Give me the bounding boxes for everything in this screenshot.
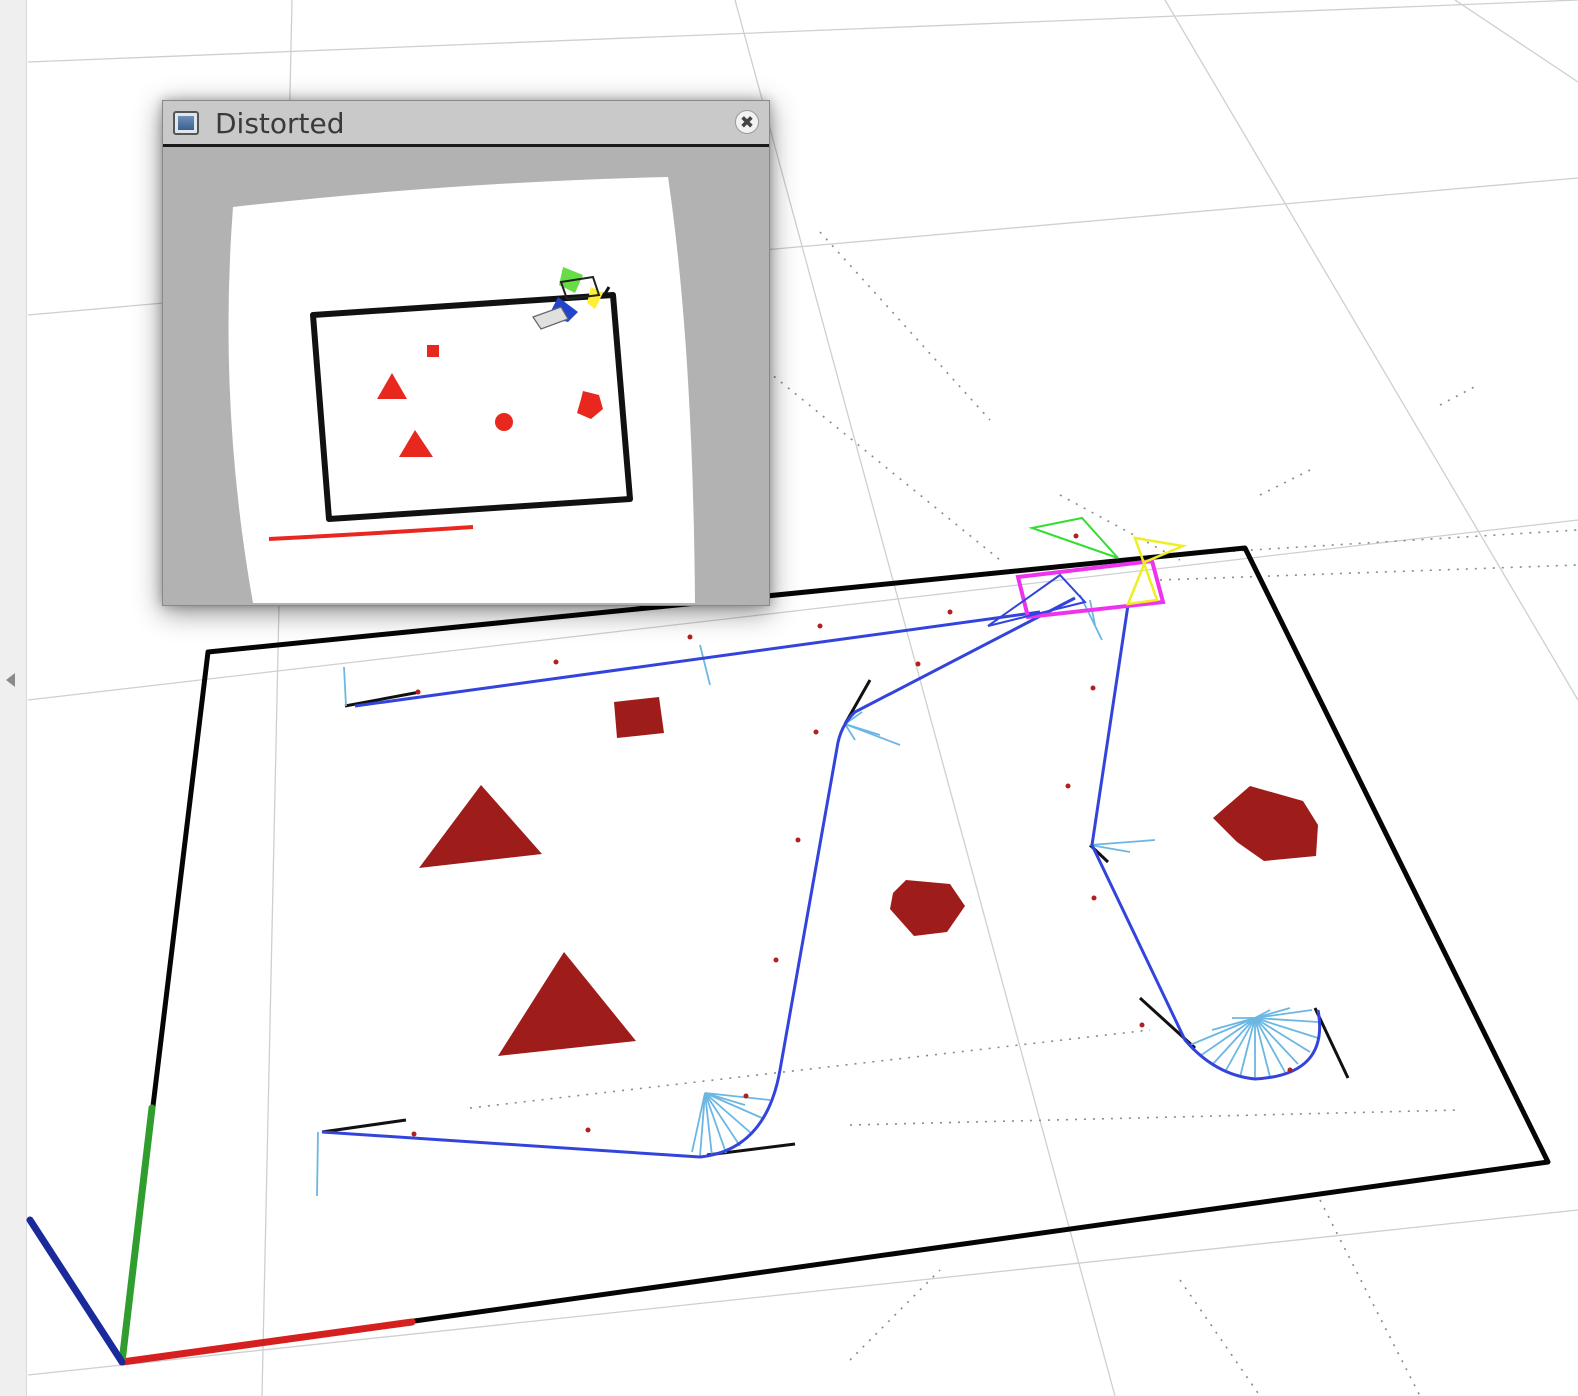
laser-scan-fans xyxy=(316,594,1319,1197)
robot-trajectory xyxy=(321,596,1322,1159)
image-window-icon xyxy=(173,111,199,135)
map-obstacles xyxy=(419,697,1318,1056)
distorted-camera-image xyxy=(163,147,769,603)
window-titlebar[interactable]: Distorted ✖ xyxy=(163,101,769,147)
window-title: Distorted xyxy=(215,107,345,140)
map-boundary xyxy=(119,545,1551,1365)
image-view-window[interactable]: Distorted ✖ xyxy=(162,100,770,606)
origin-axes xyxy=(26,1104,416,1366)
close-button[interactable]: ✖ xyxy=(735,110,759,134)
